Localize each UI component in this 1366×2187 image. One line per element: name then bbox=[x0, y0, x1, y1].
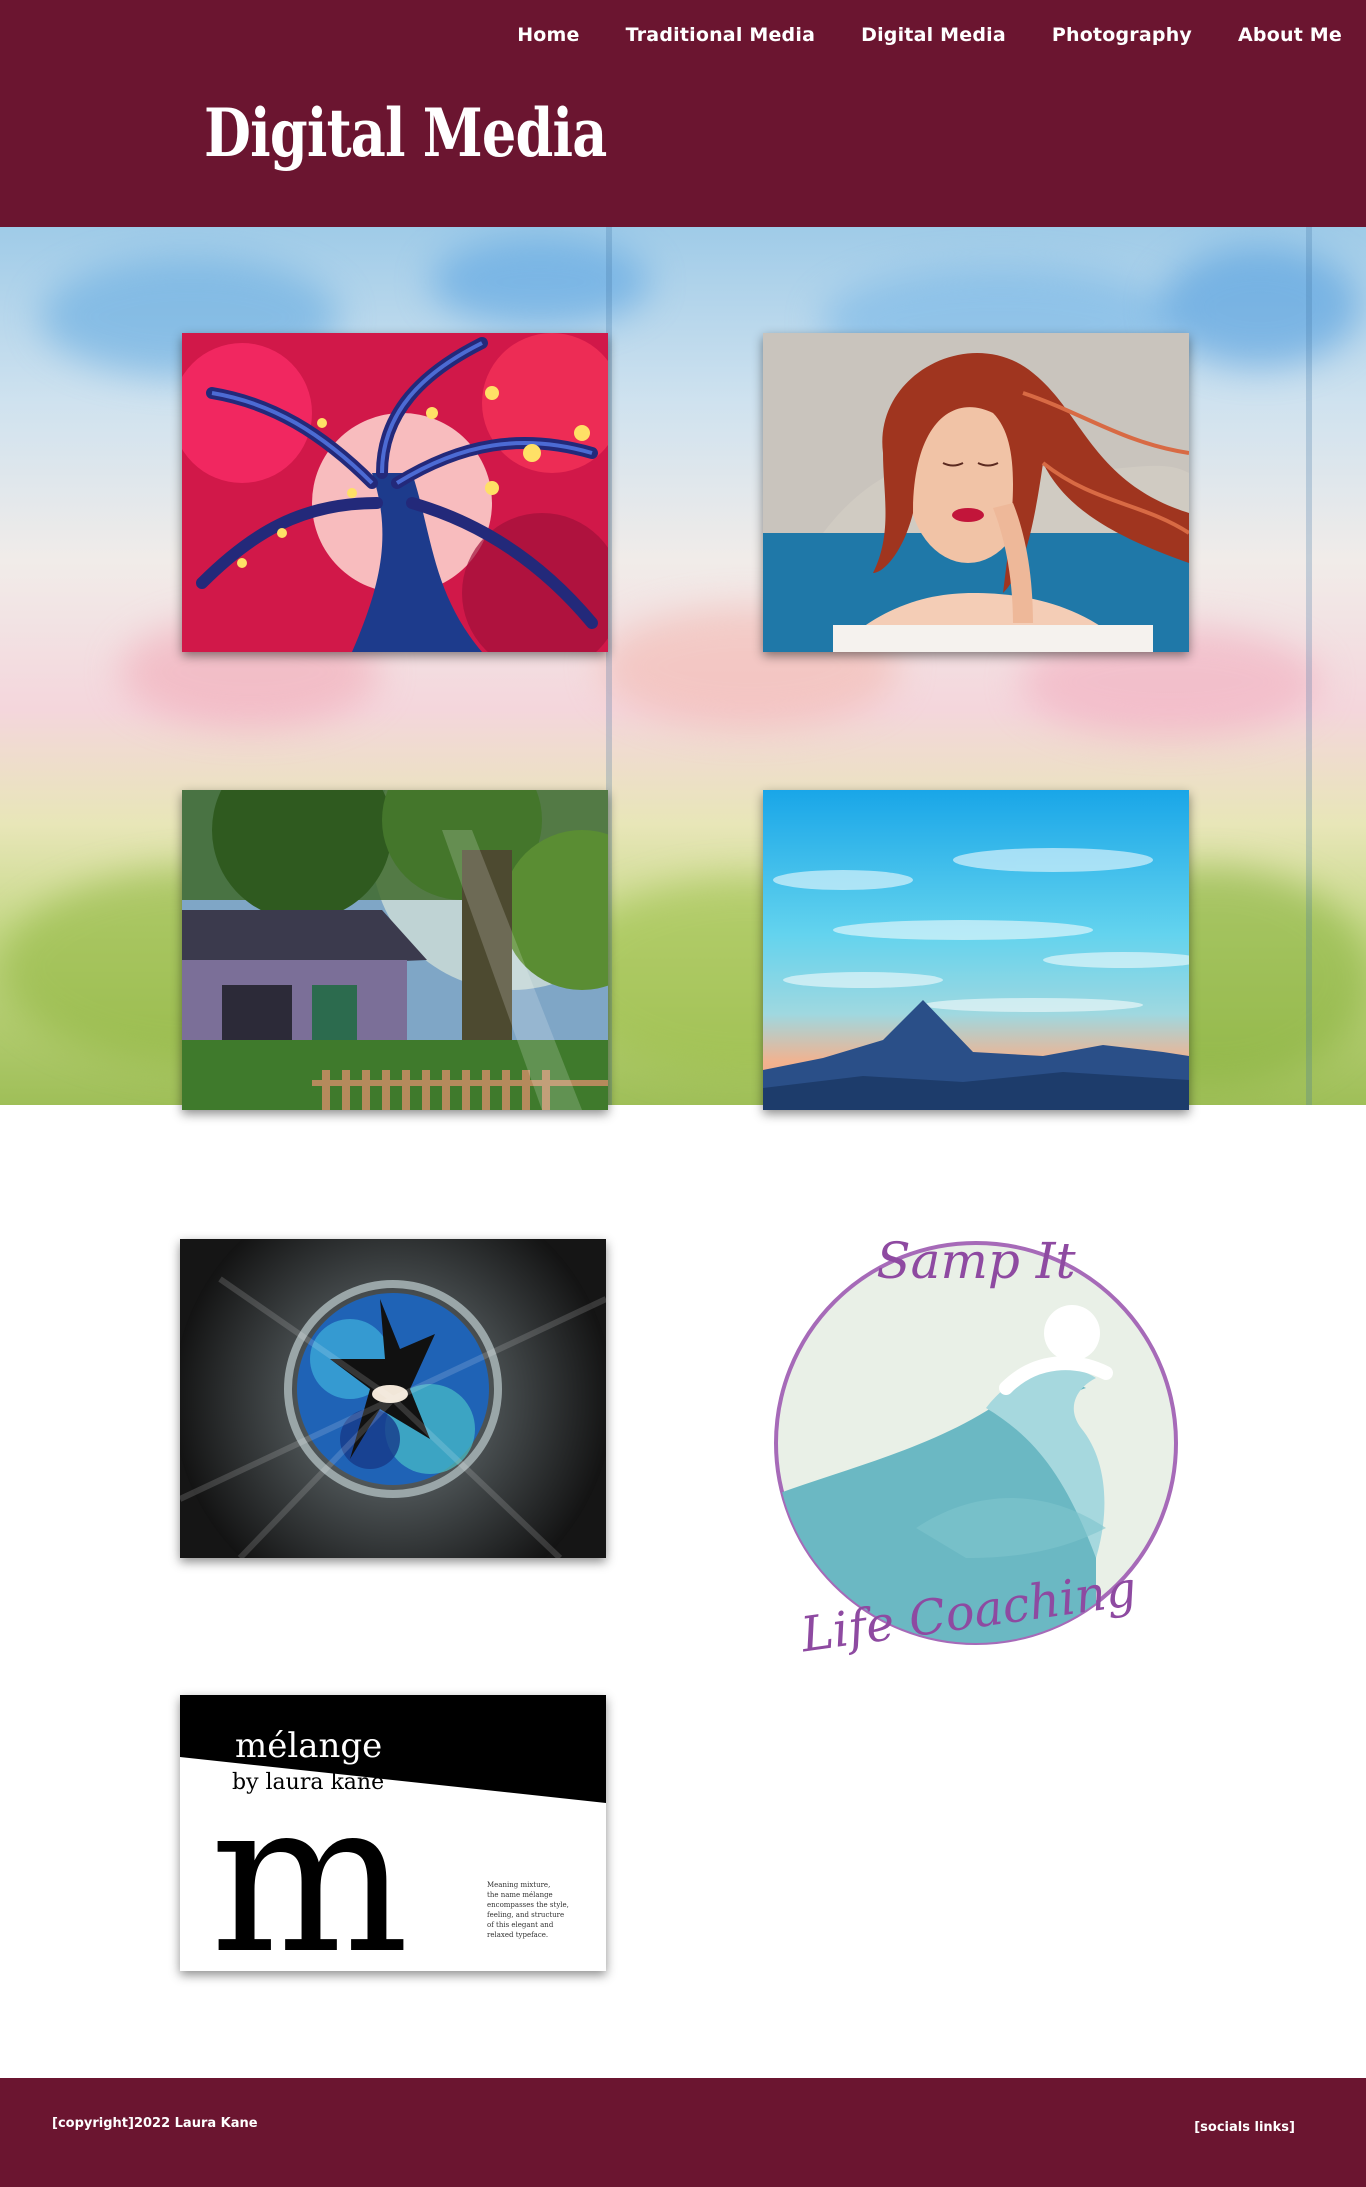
main-nav: Home Traditional Media Digital Media Pho… bbox=[517, 24, 1342, 46]
melange-caption-line-5: of this elegant and bbox=[487, 1921, 554, 1929]
melange-caption-line-4: feeling, and structure bbox=[487, 1911, 564, 1919]
site-header: Home Traditional Media Digital Media Pho… bbox=[0, 0, 1366, 227]
melange-caption-line-2: the name mélange bbox=[487, 1891, 553, 1899]
gallery-item-life-coaching-logo[interactable]: Samp It Life Coaching bbox=[766, 1228, 1186, 1668]
gallery-item-melange-typeface[interactable]: mélange by laura kane m Meaning mixture,… bbox=[180, 1695, 606, 1971]
portrait-painting-image bbox=[763, 333, 1189, 652]
nav-digital-media-link[interactable]: Digital Media bbox=[861, 24, 1006, 46]
nav-traditional-media-link[interactable]: Traditional Media bbox=[626, 24, 815, 46]
gallery-item-house-painting[interactable] bbox=[182, 790, 608, 1110]
socials-links[interactable]: [socials links] bbox=[1194, 2120, 1295, 2135]
tree-painting-image bbox=[182, 333, 608, 652]
melange-caption-line-6: relaxed typeface. bbox=[487, 1931, 548, 1939]
life-coaching-logo-image: Samp It Life Coaching bbox=[774, 1232, 1178, 1664]
gallery-item-bird-porthole-painting[interactable] bbox=[180, 1239, 606, 1558]
melange-caption-line-1: Meaning mixture, bbox=[487, 1881, 550, 1889]
bird-porthole-image bbox=[180, 1239, 606, 1558]
page: Home Traditional Media Digital Media Pho… bbox=[0, 0, 1366, 2187]
nav-home-link[interactable]: Home bbox=[517, 24, 579, 46]
gallery-item-portrait-painting[interactable] bbox=[763, 333, 1189, 652]
copyright-text: [copyright]2022 Laura Kane bbox=[52, 2116, 258, 2131]
logo-top-text: Samp It bbox=[876, 1232, 1076, 1290]
sky-painting-image bbox=[763, 790, 1189, 1110]
gallery-item-sky-painting[interactable] bbox=[763, 790, 1189, 1110]
melange-caption-line-3: encompasses the style, bbox=[487, 1901, 569, 1909]
site-footer: [copyright]2022 Laura Kane [socials link… bbox=[0, 2078, 1366, 2187]
gallery-item-tree-painting[interactable] bbox=[182, 333, 608, 652]
house-painting-image bbox=[182, 790, 608, 1110]
page-title: Digital Media bbox=[204, 94, 607, 172]
melange-letter: m bbox=[210, 1755, 409, 1971]
melange-typeface-image: mélange by laura kane m Meaning mixture,… bbox=[180, 1695, 606, 1971]
nav-photography-link[interactable]: Photography bbox=[1052, 24, 1192, 46]
nav-about-me-link[interactable]: About Me bbox=[1238, 24, 1342, 46]
